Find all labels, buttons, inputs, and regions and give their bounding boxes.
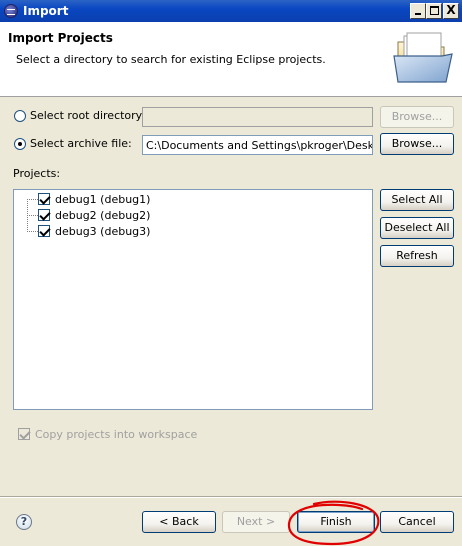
refresh-button[interactable]: Refresh xyxy=(380,245,454,267)
footer-separator xyxy=(0,496,462,498)
projects-list[interactable]: debug1 (debug1) debug2 (debug2) debug3 (… xyxy=(13,189,373,410)
page-title: Import Projects xyxy=(8,31,113,45)
select-all-button[interactable]: Select All xyxy=(380,189,454,211)
close-icon: X xyxy=(446,3,456,17)
window-title: Import xyxy=(23,4,69,18)
maximize-icon xyxy=(430,6,439,15)
project-label: debug3 (debug3) xyxy=(55,225,151,238)
root-directory-radio[interactable] xyxy=(14,110,26,122)
title-bar: Import X xyxy=(0,0,462,22)
projects-label: Projects: xyxy=(13,167,61,180)
wizard-header: Import Projects Select a directory to se… xyxy=(0,22,462,97)
copy-projects-label: Copy projects into workspace xyxy=(35,428,198,441)
root-browse-button: Browse... xyxy=(380,106,454,128)
project-label: debug1 (debug1) xyxy=(55,193,151,206)
list-item[interactable]: debug3 (debug3) xyxy=(38,224,188,240)
root-directory-field xyxy=(142,107,373,127)
help-icon[interactable]: ? xyxy=(16,514,32,530)
project-checkbox[interactable] xyxy=(38,193,50,205)
minimize-icon xyxy=(415,13,421,15)
archive-file-field[interactable]: C:\Documents and Settings\pkroger\Deskto… xyxy=(142,135,373,155)
maximize-button[interactable] xyxy=(426,3,442,19)
close-button[interactable]: X xyxy=(443,3,459,19)
next-button: Next > xyxy=(222,511,290,533)
deselect-all-button[interactable]: Deselect All xyxy=(380,217,454,239)
back-button[interactable]: < Back xyxy=(142,511,216,533)
finish-button[interactable]: Finish xyxy=(297,511,375,533)
copy-projects-checkbox xyxy=(18,428,30,440)
list-item[interactable]: debug1 (debug1) xyxy=(38,192,188,208)
project-checkbox[interactable] xyxy=(38,225,50,237)
project-checkbox[interactable] xyxy=(38,209,50,221)
archive-browse-button[interactable]: Browse... xyxy=(380,133,454,155)
minimize-button[interactable] xyxy=(410,3,426,19)
root-directory-label: Select root directory: xyxy=(30,109,146,122)
cancel-button[interactable]: Cancel xyxy=(380,511,454,533)
archive-file-label: Select archive file: xyxy=(30,137,132,150)
page-description: Select a directory to search for existin… xyxy=(16,53,326,66)
folder-icon xyxy=(393,32,453,83)
list-item[interactable]: debug2 (debug2) xyxy=(38,208,188,224)
eclipse-icon xyxy=(4,4,18,18)
project-label: debug2 (debug2) xyxy=(55,209,151,222)
archive-file-radio[interactable] xyxy=(14,138,26,150)
